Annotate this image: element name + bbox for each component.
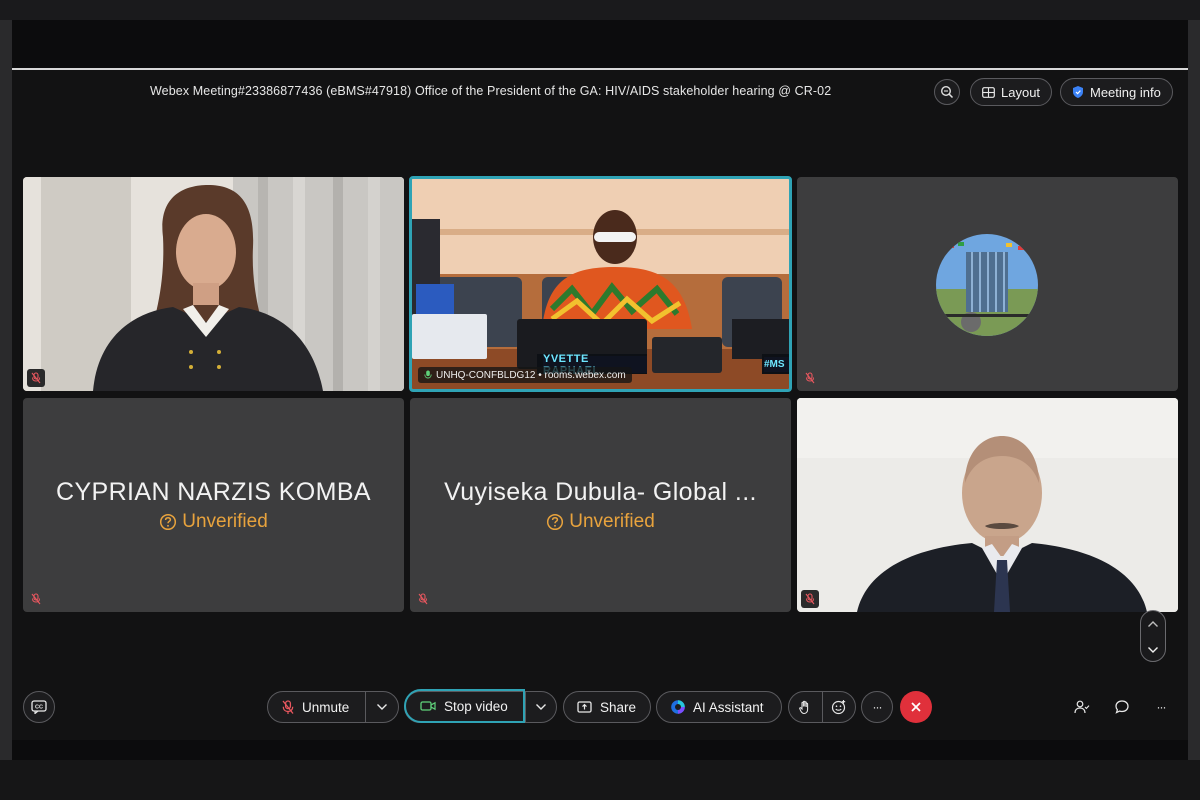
chevron-down-icon: [536, 704, 547, 710]
video-tile-participant-woman[interactable]: [23, 177, 404, 391]
more-panels-button[interactable]: ···: [1149, 695, 1173, 719]
meeting-title: Webex Meeting#23386877436 (eBMS#47918) O…: [150, 84, 832, 98]
scroll-down-button[interactable]: [1141, 637, 1165, 662]
mic-muted-icon: [282, 699, 294, 714]
monitor-bezel-right: [1188, 20, 1200, 760]
chat-button[interactable]: [1110, 695, 1134, 719]
raise-hand-button[interactable]: [789, 692, 822, 722]
share-screen-icon: [577, 700, 592, 713]
more-options-label: ···: [872, 700, 883, 714]
muted-indicator: [414, 590, 432, 608]
emoji-reaction-icon: [831, 700, 845, 715]
ai-assistant-icon: [671, 700, 685, 714]
unverified-label: Unverified: [182, 511, 268, 532]
meeting-info-button[interactable]: Meeting info: [1060, 78, 1173, 106]
chevron-down-icon: [377, 704, 388, 710]
unmute-button[interactable]: Unmute: [268, 692, 365, 722]
mic-muted-icon: [805, 593, 815, 605]
muted-indicator: [801, 369, 819, 387]
video-tile-participant-man[interactable]: [797, 398, 1178, 612]
unverified-label: Unverified: [569, 511, 655, 532]
monitor-bezel-top: [0, 0, 1200, 20]
shield-icon: [1073, 86, 1083, 98]
mic-icon: [424, 370, 432, 379]
webex-meeting-window: Webex Meeting#23386877436 (eBMS#47918) O…: [12, 68, 1188, 740]
more-options-button[interactable]: ···: [861, 691, 893, 723]
stop-video-label: Stop video: [444, 698, 508, 714]
video-tile-cyprian[interactable]: CYPRIAN NARZIS KOMBA Unverified: [23, 398, 404, 612]
layout-label: Layout: [1001, 84, 1041, 100]
mic-muted-icon: [418, 593, 428, 605]
participant-name: CYPRIAN NARZIS KOMBA: [56, 478, 371, 506]
audio-options-button[interactable]: [366, 692, 398, 722]
unverified-status: Unverified: [23, 511, 404, 533]
mic-muted-icon: [805, 372, 815, 384]
muted-indicator: [801, 590, 819, 608]
monitor-bezel-bottom: [0, 760, 1200, 800]
close-icon: [911, 702, 921, 712]
unmute-control: Unmute: [267, 691, 399, 723]
participant-video-feed: [797, 398, 1178, 612]
grid-scroll-controls: [1140, 610, 1166, 662]
participants-button[interactable]: [1070, 695, 1094, 719]
scroll-up-button[interactable]: [1141, 611, 1165, 636]
muted-indicator: [27, 369, 45, 387]
raise-hand-icon: [799, 700, 809, 714]
participant-name-tag: UNHQ-CONFBLDG12 • rooms.webex.com: [418, 367, 632, 383]
video-control: Stop video: [404, 689, 557, 723]
unmute-label: Unmute: [302, 699, 350, 715]
title-bar: Webex Meeting#23386877436 (eBMS#47918) O…: [12, 70, 1188, 114]
more-panels-label: ···: [1156, 700, 1167, 714]
participant-avatar: [936, 234, 1038, 336]
video-camera-icon: [420, 701, 436, 711]
end-call-button[interactable]: [900, 691, 932, 723]
video-tile-active-speaker[interactable]: YVETTE RAPHAEL #MS UNHQ-CONFBLDG12 • roo…: [409, 176, 792, 392]
chat-bubble-icon: [1115, 700, 1129, 714]
participants-icon: [1074, 700, 1090, 714]
closed-captions-icon: CC: [31, 700, 47, 714]
layout-button[interactable]: Layout: [970, 78, 1053, 106]
nameplate-secondary: #MS: [764, 357, 789, 372]
reactions-group: [788, 691, 856, 723]
un-headquarters-avatar-image: [936, 234, 1038, 336]
room-name-label: UNHQ-CONFBLDG12 • rooms.webex.com: [436, 369, 626, 381]
chevron-down-icon: [1148, 646, 1158, 653]
muted-indicator: [27, 590, 45, 608]
video-options-button[interactable]: [526, 692, 556, 722]
ai-assistant-button[interactable]: AI Assistant: [656, 691, 782, 723]
zoom-button[interactable]: [934, 79, 960, 105]
zoom-icon: [940, 85, 954, 99]
mic-muted-icon: [31, 372, 41, 384]
video-tile-participant-avatar[interactable]: [797, 177, 1178, 391]
share-button[interactable]: Share: [563, 691, 651, 723]
stop-video-button[interactable]: Stop video: [404, 689, 526, 723]
chevron-up-icon: [1148, 620, 1158, 627]
question-circle-icon: [547, 513, 564, 531]
video-tile-vuyiseka[interactable]: Vuyiseka Dubula- Global ... Unverified: [410, 398, 791, 612]
question-circle-icon: [160, 513, 177, 531]
mic-muted-icon: [31, 593, 41, 605]
meeting-info-label: Meeting info: [1090, 84, 1161, 100]
reactions-button[interactable]: [822, 692, 855, 722]
monitor-bezel-left: [0, 20, 12, 760]
layout-grid-icon: [982, 86, 995, 98]
captions-button[interactable]: CC: [23, 691, 55, 723]
svg-text:CC: CC: [35, 705, 43, 711]
participant-video-feed: [23, 177, 404, 391]
participant-name: Vuyiseka Dubula- Global ...: [444, 478, 757, 506]
share-label: Share: [600, 699, 637, 715]
unverified-status: Unverified: [410, 511, 791, 533]
ai-assistant-label: AI Assistant: [693, 699, 764, 715]
